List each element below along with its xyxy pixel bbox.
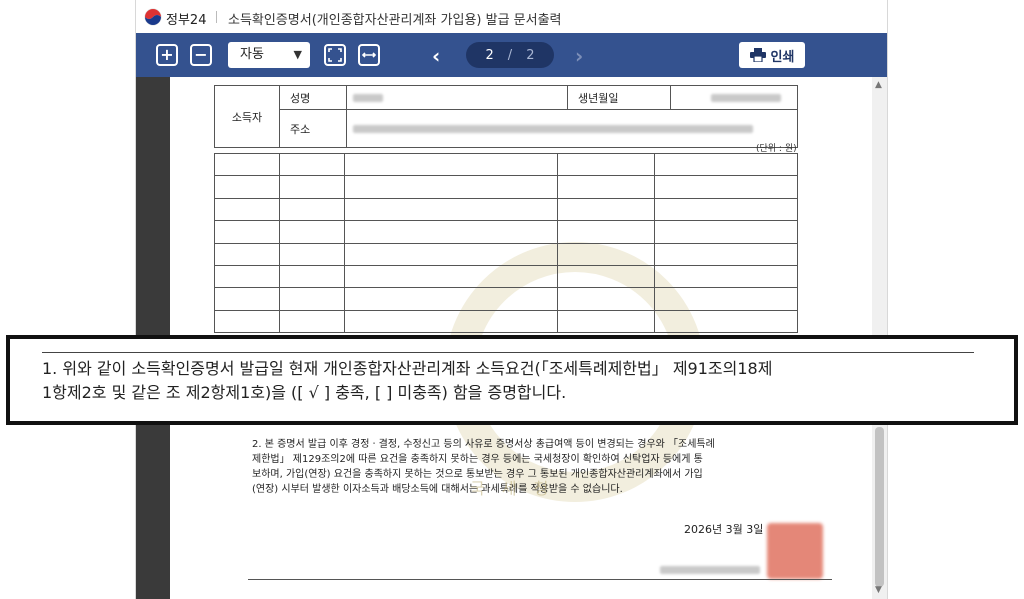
zoom-in-button[interactable]: + bbox=[156, 44, 178, 66]
birth-label: 생년월일 bbox=[567, 85, 671, 110]
earner-label: 소득자 bbox=[214, 85, 280, 148]
document-title: 소득확인증명서(개인종합자산관리계좌 가입용) 발급 문서출력 bbox=[228, 13, 562, 28]
watermark-text: 국 세 청 bbox=[470, 479, 555, 498]
scroll-down-icon[interactable]: ▼ bbox=[875, 585, 882, 595]
issuer-name-blurred bbox=[660, 559, 770, 574]
title-separator bbox=[216, 11, 217, 23]
title-bar: 정부24 소득확인증명서(개인종합자산관리계좌 가입용) 발급 문서출력 bbox=[136, 0, 887, 33]
print-button[interactable]: 인쇄 bbox=[739, 42, 805, 68]
scrollbar-thumb[interactable] bbox=[875, 427, 884, 587]
government-logo-icon bbox=[144, 8, 162, 26]
viewer-toolbar: + − 자동 ▼ ‹ 2 / 2 › 인쇄 bbox=[136, 33, 887, 77]
address-value bbox=[346, 109, 798, 148]
current-page: 2 bbox=[485, 47, 494, 63]
page-indicator[interactable]: 2 / 2 bbox=[466, 42, 554, 68]
issue-date: 2026년 3월 3일 bbox=[684, 523, 764, 536]
page-bottom-rule bbox=[248, 579, 832, 580]
print-label: 인쇄 bbox=[770, 49, 795, 65]
brand-name: 정부24 bbox=[166, 13, 207, 28]
total-pages: 2 bbox=[526, 47, 535, 63]
name-label: 성명 bbox=[279, 85, 347, 110]
fit-page-button[interactable] bbox=[324, 44, 346, 66]
zoom-select[interactable]: 자동 ▼ bbox=[228, 42, 310, 68]
magnified-notice-callout: 1. 위와 같이 소득확인증명서 발급일 현재 개인종합자산관리계좌 소득요건(… bbox=[6, 335, 1018, 425]
scroll-up-icon[interactable]: ▲ bbox=[875, 80, 882, 90]
name-value bbox=[346, 85, 568, 110]
previous-page-button[interactable]: ‹ bbox=[432, 44, 440, 68]
printer-icon bbox=[749, 48, 766, 62]
birth-value bbox=[670, 85, 798, 110]
plus-icon: + bbox=[160, 45, 174, 64]
minus-icon: − bbox=[194, 45, 208, 64]
income-data-table bbox=[214, 152, 798, 334]
chevron-right-icon: › bbox=[575, 44, 584, 68]
address-label: 주소 bbox=[279, 109, 347, 148]
earner-info-table: 소득자 성명 생년월일 주소 bbox=[214, 85, 798, 148]
chevron-left-icon: ‹ bbox=[432, 44, 441, 68]
document-viewer-window: 정부24 소득확인증명서(개인종합자산관리계좌 가입용) 발급 문서출력 + −… bbox=[135, 0, 888, 599]
official-stamp bbox=[767, 523, 823, 579]
callout-top-rule bbox=[42, 352, 974, 353]
page-separator: / bbox=[507, 47, 513, 63]
zoom-value: 자동 bbox=[240, 47, 264, 62]
zoom-out-button[interactable]: − bbox=[190, 44, 212, 66]
fit-width-icon bbox=[361, 52, 377, 58]
notice-1-text: 1. 위와 같이 소득확인증명서 발급일 현재 개인종합자산관리계좌 소득요건(… bbox=[42, 359, 773, 402]
fit-page-icon bbox=[328, 48, 342, 62]
fit-width-button[interactable] bbox=[358, 44, 380, 66]
next-page-button[interactable]: › bbox=[575, 44, 583, 68]
chevron-down-icon: ▼ bbox=[293, 48, 302, 61]
